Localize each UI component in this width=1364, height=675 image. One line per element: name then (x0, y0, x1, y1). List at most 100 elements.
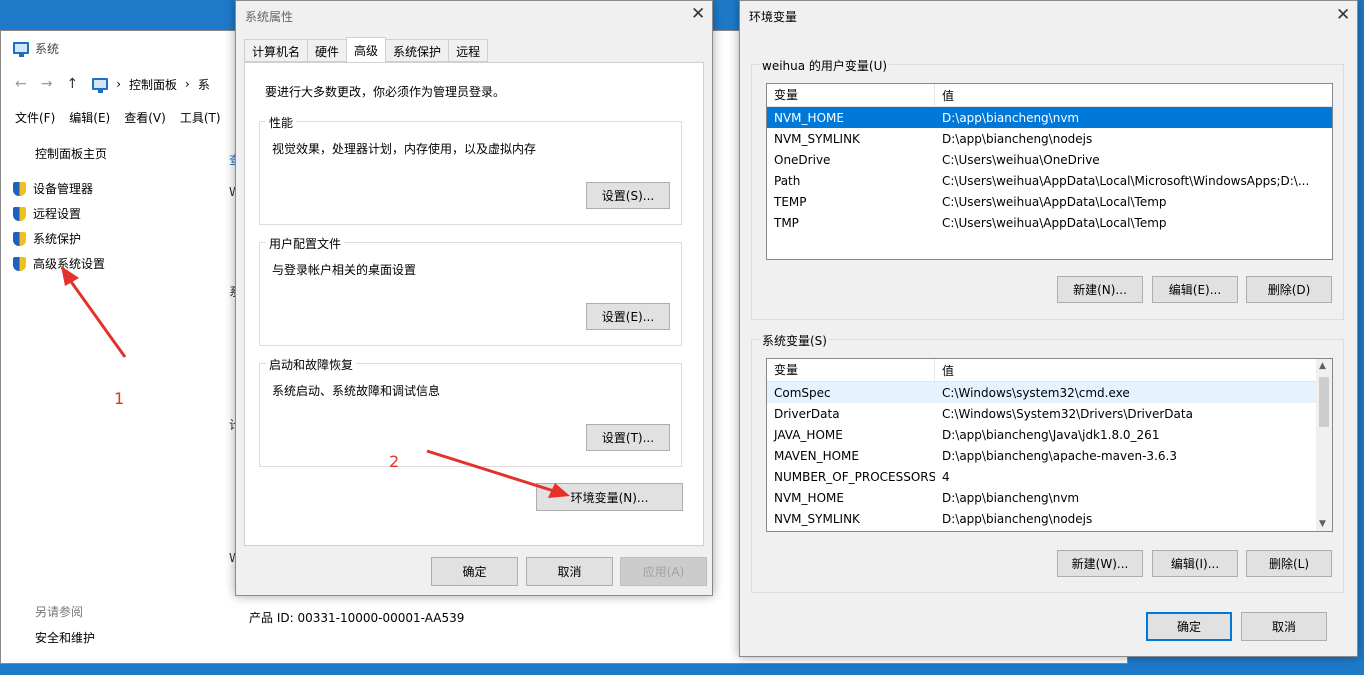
scrollbar-thumb[interactable] (1319, 377, 1329, 427)
system-window-title: 系统 (13, 39, 59, 57)
tab-computer-name[interactable]: 计算机名 (244, 39, 309, 62)
user-variables-list[interactable]: 变量 值 NVM_HOME D:\app\biancheng\nvm NVM_SY… (766, 83, 1333, 260)
scroll-up-icon[interactable]: ▲ (1319, 361, 1326, 371)
annotation-number-1: 1 (114, 389, 125, 408)
vertical-scrollbar[interactable]: ▲ ▼ (1316, 359, 1332, 531)
breadcrumb-partial[interactable]: 系 (198, 76, 210, 93)
cancel-button[interactable]: 取消 (526, 557, 613, 586)
menu-file[interactable]: 文件(F) (15, 109, 55, 126)
user-variables-group: weihua 的用户变量(U) 变量 值 NVM_HOME D:\app\bian… (751, 57, 1344, 320)
cell-variable-value: D:\app\biancheng\apache-maven-3.6.3 (942, 448, 1177, 463)
cell-variable-name: Path (774, 173, 801, 188)
list-header: 变量 值 (767, 359, 1332, 382)
table-row[interactable]: JAVA_HOME D:\app\biancheng\Java\jdk1.8.0_… (767, 424, 1332, 445)
dialog-title: 环境变量 (749, 10, 798, 24)
annotation-arrow-2 (426, 449, 570, 498)
cell-variable-value: 4 (942, 469, 950, 484)
menu-edit[interactable]: 编辑(E) (69, 109, 110, 126)
security-maintenance-link[interactable]: 安全和维护 (35, 629, 95, 646)
cell-variable-name: ComSpec (774, 385, 831, 400)
cell-variable-value: C:\Users\weihua\AppData\Local\Microsoft\… (942, 173, 1310, 188)
cell-variable-name: NUMBER_OF_PROCESSORS (774, 469, 935, 484)
column-header-variable[interactable]: 变量 (767, 84, 935, 106)
cell-variable-value: D:\app\biancheng\nvm (942, 490, 1080, 505)
cell-variable-name: NVM_SYMLINK (774, 511, 860, 526)
column-header-value[interactable]: 值 (935, 87, 954, 104)
group-description: 系统启动、系统故障和调试信息 (272, 384, 441, 398)
list-header: 变量 值 (767, 84, 1332, 107)
profiles-settings-button[interactable]: 设置(E)... (586, 303, 670, 330)
shield-icon (13, 256, 26, 271)
column-header-variable[interactable]: 变量 (767, 359, 935, 381)
monitor-icon (13, 42, 29, 57)
shield-icon (13, 181, 26, 196)
table-row[interactable]: NVM_SYMLINK D:\app\biancheng\nodejs (767, 508, 1332, 529)
table-row[interactable]: TMP C:\Users\weihua\AppData\Local\Temp (767, 212, 1332, 233)
user-new-button[interactable]: 新建(N)... (1057, 276, 1143, 303)
forward-arrow-icon[interactable]: → (41, 76, 53, 92)
table-row[interactable]: TEMP C:\Users\weihua\AppData\Local\Temp (767, 191, 1332, 212)
up-arrow-icon[interactable]: ↑ (66, 76, 78, 92)
user-edit-button[interactable]: 编辑(E)... (1152, 276, 1238, 303)
group-description: 与登录帐户相关的桌面设置 (272, 263, 417, 277)
breadcrumb-monitor-icon (92, 78, 109, 93)
close-icon[interactable]: ✕ (691, 4, 705, 24)
table-row[interactable]: DriverData C:\Windows\System32\Drivers\Dr… (767, 403, 1332, 424)
column-header-value[interactable]: 值 (935, 362, 954, 379)
table-row[interactable]: NVM_HOME D:\app\biancheng\nvm (767, 487, 1332, 508)
environment-variables-dialog: 环境变量 ✕ weihua 的用户变量(U) 变量 值 NVM_HOME D:\a… (739, 0, 1358, 657)
side-link-device-manager[interactable]: 设备管理器 (13, 180, 93, 197)
side-link-label: 设备管理器 (33, 182, 94, 196)
chevron-right-icon: › (185, 77, 190, 91)
scroll-down-icon[interactable]: ▼ (1319, 519, 1326, 529)
control-panel-home-link[interactable]: 控制面板主页 (35, 145, 107, 162)
system-delete-button[interactable]: 删除(L) (1246, 550, 1332, 577)
cell-variable-value: C:\Windows\System32\Drivers\DriverData (942, 406, 1193, 421)
table-row[interactable]: Path C:\Users\weihua\AppData\Local\Micros… (767, 170, 1332, 191)
ok-button[interactable]: 确定 (1146, 612, 1232, 641)
dialog-title: 系统属性 (245, 10, 294, 24)
ok-button[interactable]: 确定 (431, 557, 518, 586)
side-link-label: 远程设置 (33, 207, 82, 221)
table-row[interactable]: ComSpec C:\Windows\system32\cmd.exe (767, 382, 1332, 403)
cell-variable-name: OneDrive (774, 152, 831, 167)
cell-variable-name: NVM_HOME (774, 110, 844, 125)
menu-bar: 文件(F) 编辑(E) 查看(V) 工具(T) (15, 109, 221, 126)
side-link-protection[interactable]: 系统保护 (13, 230, 81, 247)
menu-tools[interactable]: 工具(T) (180, 109, 221, 126)
cell-variable-name: NVM_SYMLINK (774, 131, 860, 146)
table-row[interactable]: OneDrive C:\Users\weihua\OneDrive (767, 149, 1332, 170)
startup-settings-button[interactable]: 设置(T)... (586, 424, 670, 451)
cancel-button[interactable]: 取消 (1241, 612, 1327, 641)
performance-settings-button[interactable]: 设置(S)... (586, 182, 670, 209)
tab-remote[interactable]: 远程 (448, 39, 489, 62)
table-row[interactable]: MAVEN_HOME D:\app\biancheng\apache-maven-… (767, 445, 1332, 466)
table-row[interactable]: NVM_SYMLINK D:\app\biancheng\nodejs (767, 128, 1332, 149)
cell-variable-value: D:\app\biancheng\nodejs (942, 511, 1093, 526)
group-legend: 启动和故障恢复 (266, 356, 357, 373)
side-link-remote[interactable]: 远程设置 (13, 205, 81, 222)
side-link-label: 系统保护 (33, 232, 82, 246)
apply-button[interactable]: 应用(A) (620, 557, 707, 586)
system-edit-button[interactable]: 编辑(I)... (1152, 550, 1238, 577)
tab-advanced[interactable]: 高级 (346, 37, 387, 64)
group-description: 视觉效果，处理器计划，内存使用，以及虚拟内存 (272, 142, 537, 156)
product-id: 产品 ID: 00331-10000-00001-AA539 (249, 611, 465, 625)
tab-hardware[interactable]: 硬件 (307, 39, 348, 62)
cell-variable-value: D:\app\biancheng\Java\jdk1.8.0_261 (942, 427, 1160, 442)
user-delete-button[interactable]: 删除(D) (1246, 276, 1332, 303)
breadcrumb-control-panel[interactable]: 控制面板 (129, 76, 177, 93)
table-row[interactable]: NUMBER_OF_PROCESSORS 4 (767, 466, 1332, 487)
menu-view[interactable]: 查看(V) (124, 109, 166, 126)
tab-system-protection[interactable]: 系统保护 (385, 39, 450, 62)
close-icon[interactable]: ✕ (1336, 5, 1350, 25)
system-new-button[interactable]: 新建(W)... (1057, 550, 1143, 577)
breadcrumb[interactable]: › 控制面板 › 系 (92, 76, 210, 93)
performance-group: 性能 视觉效果，处理器计划，内存使用，以及虚拟内存 设置(S)... (259, 114, 682, 225)
cell-variable-value: C:\Users\weihua\AppData\Local\Temp (942, 215, 1167, 230)
system-properties-dialog: 系统属性 ✕ 计算机名 硬件 高级 系统保护 远程 要进行大多数更改，你必须作为… (235, 0, 713, 596)
system-variables-list[interactable]: 变量 值 ComSpec C:\Windows\system32\cmd.exe … (766, 358, 1333, 532)
back-arrow-icon[interactable]: ← (15, 76, 27, 92)
cell-variable-name: DriverData (774, 406, 840, 421)
table-row[interactable]: NVM_HOME D:\app\biancheng\nvm (767, 107, 1332, 128)
